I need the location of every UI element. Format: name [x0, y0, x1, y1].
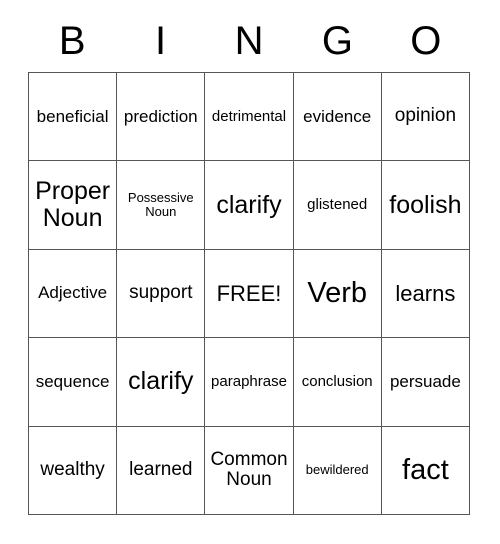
bingo-header-letter-i: I [155, 19, 167, 63]
bingo-cell[interactable]: opinion [381, 73, 470, 162]
bingo-cell[interactable]: prediction [117, 73, 206, 162]
bingo-cell-label: clarify [216, 190, 282, 219]
bingo-header-letter-g: G [321, 19, 353, 63]
bingo-cell-label: foolish [389, 190, 462, 219]
bingo-cell[interactable]: Adjective [29, 249, 118, 339]
bingo-cell-label: beneficial [36, 106, 109, 126]
bingo-cell[interactable]: clarify [117, 338, 206, 427]
bingo-cell-label: persuade [389, 371, 461, 391]
bingo-cell-label: clarify [128, 367, 194, 396]
bingo-cell-label: learns [395, 280, 456, 306]
bingo-cell-label: fact [402, 453, 449, 486]
bingo-cell[interactable]: learned [117, 426, 206, 515]
bingo-cell[interactable]: sequence [29, 338, 118, 427]
bingo-cell[interactable]: fact [381, 426, 470, 515]
bingo-card: B I N G O beneficial prediction detrimenta… [0, 0, 500, 544]
bingo-cell-label: sequence [35, 371, 110, 391]
bingo-cell-label: prediction [123, 106, 198, 126]
bingo-cell-label: support [129, 282, 193, 304]
bingo-cell[interactable]: bewildered [293, 426, 382, 515]
bingo-cell-label: learned [129, 459, 193, 481]
bingo-cell-label: Adjective [38, 283, 108, 303]
bingo-free-space-cell[interactable]: FREE! [205, 249, 294, 339]
bingo-header-letter-n: N [234, 19, 264, 63]
bingo-cell-label: wealthy [40, 459, 105, 481]
bingo-cell[interactable]: Possessive Noun [117, 161, 206, 250]
bingo-grid: beneficial prediction detrimental evidence o… [28, 72, 470, 515]
bingo-cell-label: evidence [303, 106, 372, 126]
bingo-cell[interactable]: Proper Noun [29, 161, 118, 250]
bingo-cell[interactable]: conclusion [293, 338, 382, 427]
bingo-cell[interactable]: glistened [293, 161, 382, 250]
bingo-cell-label: glistened [307, 196, 368, 213]
bingo-cell[interactable]: beneficial [29, 73, 118, 162]
bingo-cell-label: Proper Noun [35, 177, 111, 233]
bingo-cell[interactable]: wealthy [29, 426, 118, 515]
bingo-cell[interactable]: detrimental [205, 73, 294, 162]
bingo-cell[interactable]: evidence [293, 73, 382, 162]
bingo-cell[interactable]: clarify [205, 161, 294, 250]
bingo-cell[interactable]: support [117, 249, 206, 339]
bingo-cell-label: paraphrase [211, 372, 287, 390]
bingo-cell[interactable]: Verb [293, 249, 382, 339]
bingo-cell-label: opinion [394, 105, 457, 127]
bingo-cell[interactable]: foolish [381, 161, 470, 250]
bingo-header-letter-o: O [410, 19, 442, 63]
bingo-cell-label: Verb [307, 276, 368, 309]
bingo-header-row: B I N G O [28, 12, 470, 70]
bingo-cell-label: bewildered [305, 462, 369, 478]
bingo-cell-label: conclusion [301, 372, 373, 390]
bingo-cell-label: Common Noun [210, 448, 288, 491]
bingo-cell-label: Possessive Noun [127, 190, 194, 220]
bingo-cell[interactable]: persuade [381, 338, 470, 427]
bingo-cell[interactable]: paraphrase [205, 338, 294, 427]
bingo-cell-label: detrimental [211, 107, 287, 125]
bingo-cell-label: FREE! [216, 280, 282, 306]
bingo-cell[interactable]: Common Noun [205, 426, 294, 515]
bingo-header-letter-b: B [58, 19, 86, 63]
bingo-cell[interactable]: learns [381, 249, 470, 339]
